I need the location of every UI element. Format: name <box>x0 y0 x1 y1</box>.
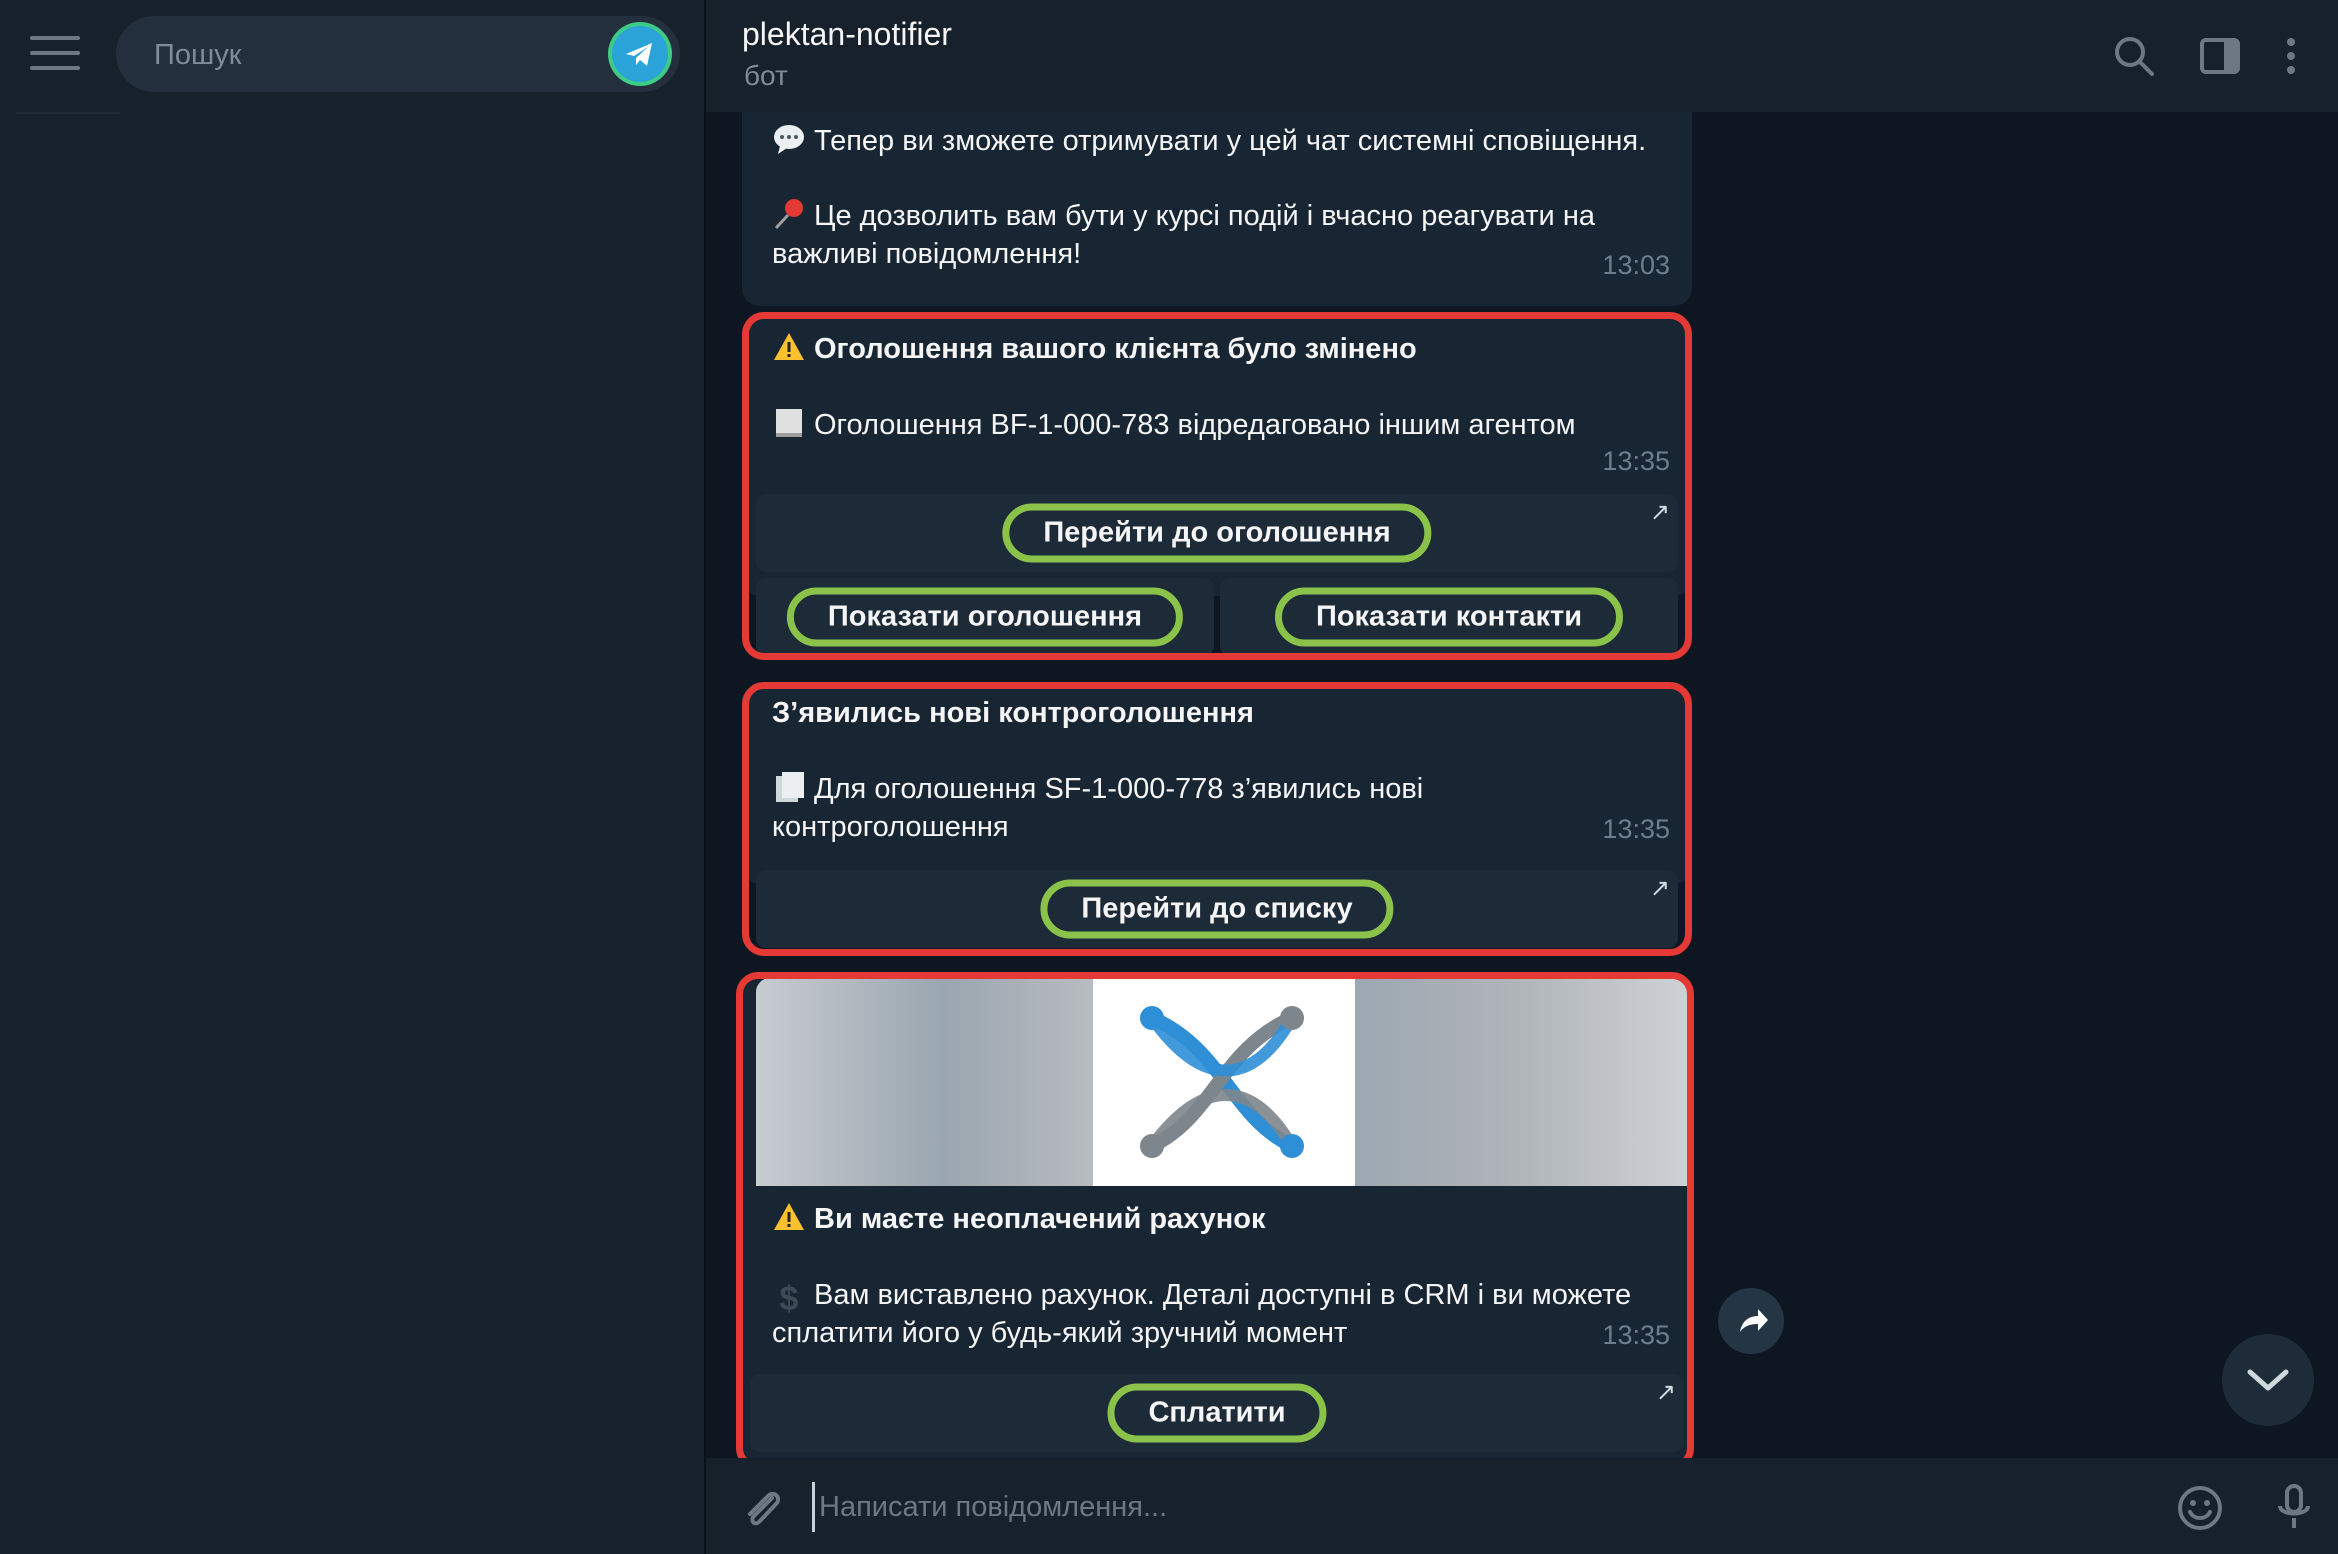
external-link-arrow-icon: ↗ <box>1649 875 1670 902</box>
more-options-icon[interactable] <box>2276 32 2306 80</box>
message-line: Тепер ви зможете отримувати у цей чат си… <box>814 125 1647 157</box>
sidebar-divider <box>16 112 120 114</box>
show-contacts-button[interactable]: Показати контакти <box>1274 587 1624 647</box>
speech-bubble-icon <box>772 122 806 156</box>
microphone-icon[interactable] <box>2268 1482 2320 1534</box>
go-to-list-button-row[interactable]: Перейти до списку ↗ <box>756 870 1678 948</box>
message-time: 13:35 <box>1602 446 1670 476</box>
pay-button[interactable]: Сплатити <box>1107 1383 1327 1443</box>
message-text: Це дозволить вам бути у курсі подій і вч… <box>772 197 1595 235</box>
pushpin-icon <box>772 197 806 231</box>
message-text: Оголошення BF-1-000-783 відредаговано ін… <box>772 406 1576 444</box>
document-icon <box>772 406 806 440</box>
message-list[interactable]: Тепер ви зможете отримувати у цей чат си… <box>706 112 2338 1458</box>
forward-arrow-icon <box>1740 1309 1768 1332</box>
search-box[interactable] <box>116 16 680 92</box>
dollar-sign-icon: $ <box>779 1280 799 1318</box>
chat-header: plektan-notifier бот <box>706 0 2338 112</box>
show-listing-button-row[interactable]: Показати оголошення <box>756 578 1214 656</box>
telegram-logo-icon[interactable] <box>612 26 668 82</box>
forward-message-button[interactable] <box>1718 1288 1784 1354</box>
paperclip-icon[interactable] <box>736 1482 788 1534</box>
show-listing-button[interactable]: Показати оголошення <box>786 587 1184 647</box>
message-line: Це дозволить вам бути у курсі подій і вч… <box>814 200 1595 232</box>
body-text: Вам виставлено рахунок. Деталі доступні … <box>814 1279 1632 1311</box>
invoice-image[interactable] <box>756 978 1692 1186</box>
message-time: 13:35 <box>1602 814 1670 844</box>
plektan-logo-icon <box>1112 978 1334 1186</box>
external-link-arrow-icon: ↗ <box>1655 1379 1676 1406</box>
message-text: Тепер ви зможете отримувати у цей чат си… <box>772 122 1646 160</box>
external-link-arrow-icon: ↗ <box>1649 499 1670 526</box>
title-text: Ви маєте неоплачений рахунок <box>814 1203 1266 1235</box>
emoji-icon[interactable] <box>2174 1482 2226 1534</box>
message-line: важливі повідомлення! <box>772 238 1082 270</box>
message-text: $ Вам виставлено рахунок. Деталі доступні… <box>772 1276 1632 1318</box>
pay-button-row[interactable]: Сплатити ↗ <box>750 1374 1684 1452</box>
chat-panel: plektan-notifier бот Тепер ви зможете от… <box>704 0 2338 1554</box>
chat-subtitle: бот <box>744 60 788 91</box>
body-text: сплатити його у будь-який зручний момент <box>772 1317 1348 1349</box>
documents-icon <box>772 770 806 804</box>
body-text: контроголошення <box>772 811 1009 843</box>
body-text: Оголошення BF-1-000-783 відредаговано ін… <box>814 409 1576 441</box>
message-title: Ви маєте неоплачений рахунок <box>772 1200 1266 1238</box>
body-text: Для оголошення SF-1-000-778 з’явились но… <box>814 773 1424 805</box>
go-to-listing-button[interactable]: Перейти до оголошення <box>1002 503 1432 563</box>
message-input[interactable] <box>812 1482 1821 1532</box>
search-input[interactable] <box>152 30 586 80</box>
message-time: 13:35 <box>1602 1320 1670 1350</box>
message-time: 13:03 <box>1602 250 1670 280</box>
search-icon[interactable] <box>2110 32 2158 80</box>
message-text: Для оголошення SF-1-000-778 з’явились но… <box>772 770 1423 808</box>
sidebar <box>0 0 704 1554</box>
warning-icon <box>772 1200 806 1234</box>
warning-icon <box>772 330 806 364</box>
message-composer <box>706 1458 2338 1554</box>
chevron-down-icon <box>2247 1369 2289 1391</box>
message-bubble: Тепер ви зможете отримувати у цей чат си… <box>742 112 1692 306</box>
go-to-listing-button-row[interactable]: Перейти до оголошення ↗ <box>756 494 1678 572</box>
show-contacts-button-row[interactable]: Показати контакти <box>1220 578 1678 656</box>
sidebar-toggle-icon[interactable] <box>2196 32 2244 80</box>
message-title: Оголошення вашого клієнта було змінено <box>772 330 1417 368</box>
hamburger-menu-icon[interactable] <box>30 36 80 76</box>
message-title: З’явились нові контроголошення <box>772 697 1254 729</box>
title-text: Оголошення вашого клієнта було змінено <box>814 333 1417 365</box>
go-to-list-button[interactable]: Перейти до списку <box>1040 879 1394 939</box>
chat-title[interactable]: plektan-notifier <box>742 16 952 53</box>
message-bubble: З’явились нові контроголошення Для оголо… <box>742 684 1692 884</box>
scroll-to-bottom-button[interactable] <box>2222 1334 2314 1426</box>
